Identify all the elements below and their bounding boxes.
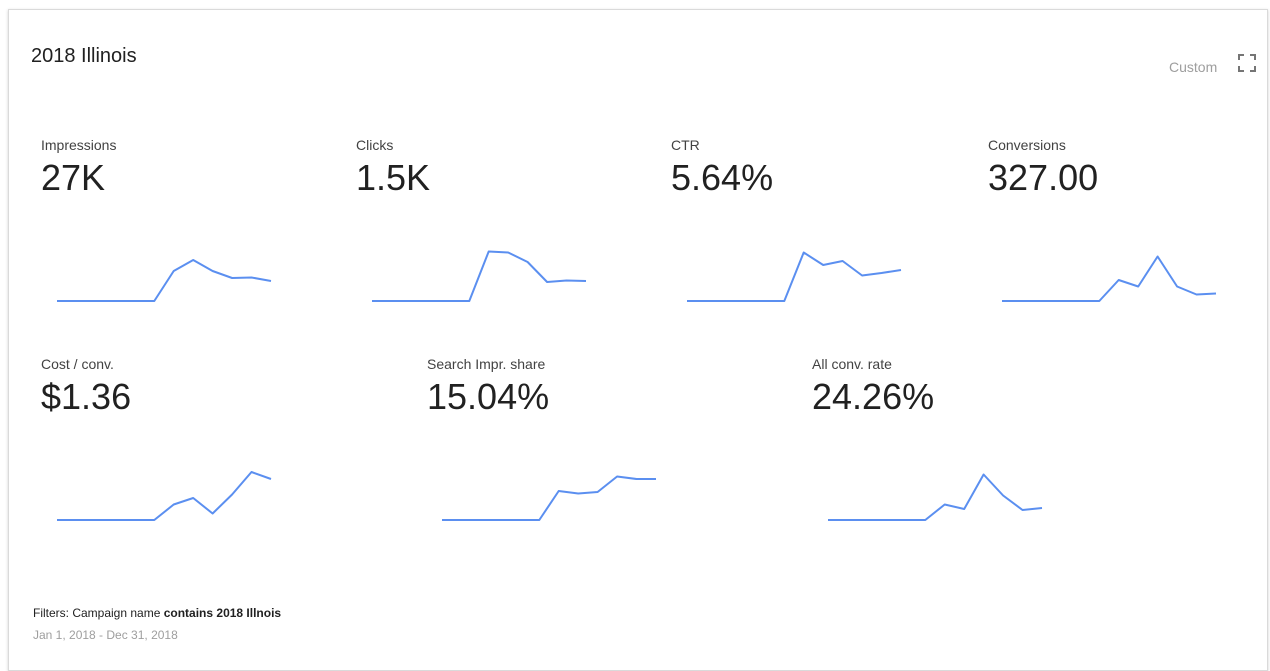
metric-label: Impressions [41,137,117,153]
metric-value: 327.00 [988,157,1099,198]
sparkline-chart [1002,255,1217,302]
metric-conversions: Conversions 327.00 [988,137,1238,307]
sparkline-line [442,475,656,521]
metric-all-conv-rate: All conv. rate 24.26% [812,356,1062,526]
card-title: 2018 Illinois [31,45,137,67]
metric-label: All conv. rate [812,356,892,372]
custom-date-button[interactable]: Custom [1169,59,1217,75]
metric-ctr: CTR 5.64% [671,137,921,307]
metric-value: 15.04% [427,376,550,417]
metric-impressions: Impressions 27K [41,137,291,307]
filters-prefix: Filters: Campaign name [33,606,164,620]
metric-search-impr-share: Search Impr. share 15.04% [427,356,677,526]
metric-label: Clicks [356,137,394,153]
sparkline-chart [687,251,902,302]
sparkline-line [828,473,1043,521]
metric-value: 1.5K [356,157,431,198]
sparkline-chart [372,250,587,302]
sparkline-chart [828,473,1043,521]
sparkline-line [1002,255,1217,302]
metric-value: 24.26% [812,376,935,417]
metric-value: 27K [41,157,106,198]
scorecard-card: 2018 Illinois Custom Impressions 27K Cli… [8,9,1268,671]
date-range: Jan 1, 2018 - Dec 31, 2018 [33,628,178,642]
metric-value: 5.64% [671,157,774,198]
filters-text: Filters: Campaign name contains 2018 Ill… [33,606,281,620]
sparkline-chart [57,259,272,302]
metric-value: $1.36 [41,376,132,417]
sparkline-chart [57,471,272,521]
metric-label: CTR [671,137,700,153]
sparkline-line [57,259,272,302]
sparkline-line [57,471,272,521]
sparkline-chart [442,475,656,521]
metric-label: Conversions [988,137,1066,153]
metric-cost-per-conv: Cost / conv. $1.36 [41,356,291,526]
filters-condition: contains 2018 Illnois [163,606,282,620]
sparkline-line [687,251,902,302]
sparkline-line [372,250,587,302]
metric-label: Search Impr. share [427,356,546,372]
metric-clicks: Clicks 1.5K [356,137,606,307]
fullscreen-icon[interactable] [1237,53,1257,73]
metric-label: Cost / conv. [41,356,114,372]
